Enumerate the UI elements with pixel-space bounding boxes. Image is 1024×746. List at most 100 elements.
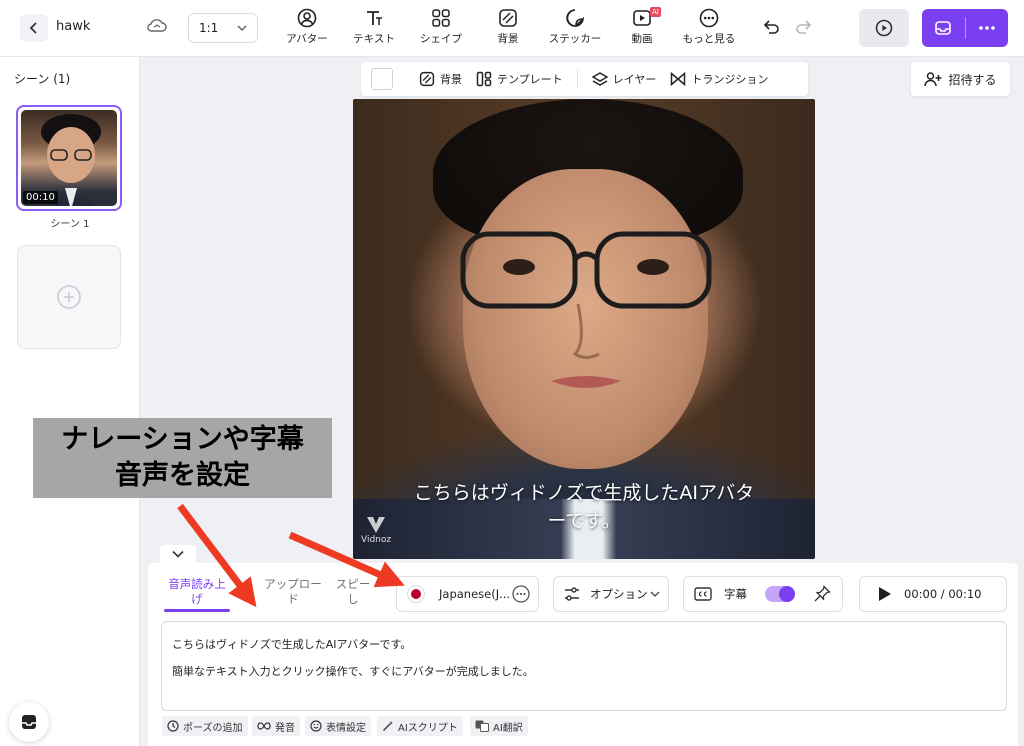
background-color-swatch[interactable] bbox=[371, 68, 393, 90]
top-bar: hawk 1:1 アバター テキスト シェイプ 背景 ステッカー AI 動画 も… bbox=[0, 0, 1024, 57]
ellipsis-icon bbox=[978, 26, 995, 30]
tool-shapes[interactable]: シェイプ bbox=[405, 8, 477, 50]
transition-button[interactable]: トランジション bbox=[670, 71, 768, 87]
tool-video[interactable]: AI 動画 bbox=[606, 7, 678, 50]
template-button[interactable]: テンプレート bbox=[476, 71, 563, 87]
video-preview[interactable]: こちらはヴィドノズで生成したAIアバタ ーです。 Vidnoz bbox=[353, 99, 815, 559]
cloud-sync-icon bbox=[147, 19, 167, 32]
undo-icon[interactable] bbox=[761, 17, 781, 37]
project-name[interactable]: hawk bbox=[56, 19, 90, 34]
chevron-down-icon bbox=[650, 591, 659, 597]
play-icon bbox=[879, 587, 891, 601]
callout-line-1: ナレーションや字幕 bbox=[61, 424, 304, 455]
scene-thumbnail-image: 00:10 bbox=[21, 110, 117, 206]
scene-duration: 00:10 bbox=[23, 191, 58, 204]
tab-no-speech[interactable]: スピー し bbox=[328, 577, 378, 607]
sticker-icon bbox=[566, 9, 585, 27]
tab-label: アップロー bbox=[264, 577, 322, 591]
chip-label: AI翻訳 bbox=[493, 722, 523, 734]
aspect-ratio-select[interactable]: 1:1 bbox=[188, 13, 258, 43]
back-button[interactable] bbox=[20, 14, 48, 42]
chip-label: 表情設定 bbox=[326, 722, 366, 734]
clock-icon bbox=[167, 720, 179, 732]
add-user-icon bbox=[924, 72, 942, 87]
add-pause-button[interactable]: ポーズの追加 bbox=[162, 716, 248, 736]
tool-text[interactable]: テキスト bbox=[338, 8, 410, 50]
chip-label: ポーズの追加 bbox=[183, 722, 243, 734]
annotation-callout: ナレーションや字幕 音声を設定 bbox=[33, 418, 332, 498]
tab-label: 音声読み上 bbox=[168, 577, 226, 591]
script-line-1: こちらはヴィドノズで生成したAIアバターです。 bbox=[172, 638, 412, 651]
chat-support-button[interactable] bbox=[9, 702, 49, 742]
ai-script-button[interactable]: AIスクリプト bbox=[377, 716, 463, 736]
translate-icon bbox=[475, 720, 489, 732]
inbox-icon bbox=[22, 715, 36, 729]
caption-label: 字幕 bbox=[724, 587, 747, 601]
ai-badge: AI bbox=[650, 7, 661, 17]
options-label: オプション bbox=[590, 587, 648, 601]
voice-language-select[interactable]: Japanese(J... bbox=[396, 576, 539, 612]
transition-icon bbox=[671, 71, 686, 87]
voice-settings-panel: 音声読み上 げ アップロー ド スピー し Japanese(J... オプショ… bbox=[148, 563, 1018, 746]
layers-icon bbox=[591, 72, 608, 86]
audio-preview-player[interactable]: 00:00 / 00:10 bbox=[859, 576, 1007, 612]
tool-more[interactable]: もっと見る bbox=[673, 8, 745, 50]
callout-line-2: 音声を設定 bbox=[115, 460, 250, 491]
ai-translate-button[interactable]: AI翻訳 bbox=[470, 716, 528, 736]
preview-button[interactable] bbox=[859, 9, 909, 47]
active-tab-indicator bbox=[164, 609, 230, 612]
playback-time: 00:00 / 00:10 bbox=[904, 587, 982, 601]
video-subtitle: こちらはヴィドノズで生成したAIアバタ ーです。 bbox=[383, 479, 785, 535]
script-textarea[interactable]: こちらはヴィドノズで生成したAIアバターです。 簡単なテキスト入力とクリック操作… bbox=[161, 621, 1007, 711]
plus-circle-icon bbox=[57, 285, 81, 309]
tab-text-to-speech[interactable]: 音声読み上 げ bbox=[164, 577, 230, 607]
japan-flag-icon bbox=[407, 585, 425, 603]
tool-avatar[interactable]: アバター bbox=[271, 8, 343, 50]
canvas-background-button[interactable]: 背景 bbox=[419, 71, 462, 87]
shapes-icon bbox=[432, 9, 450, 27]
scene-thumbnail[interactable]: 00:10 bbox=[16, 105, 122, 211]
smile-icon bbox=[310, 720, 322, 732]
magic-wand-icon bbox=[383, 721, 393, 731]
voice-language-value: Japanese(J... bbox=[439, 587, 511, 601]
invite-button[interactable]: 招待する bbox=[911, 62, 1010, 96]
layer-label: レイヤー bbox=[612, 73, 657, 86]
inbox-icon bbox=[935, 21, 952, 35]
tool-background[interactable]: 背景 bbox=[472, 8, 544, 50]
tool-label: ステッカー bbox=[548, 33, 602, 45]
pronunciation-button[interactable]: 発音 bbox=[252, 716, 300, 736]
canvas-toolbar: 背景 テンプレート レイヤー トランジション bbox=[361, 62, 808, 96]
export-button-group bbox=[922, 9, 1008, 47]
scene-label: シーン 1 bbox=[50, 219, 90, 230]
tab-label: スピー bbox=[335, 577, 371, 591]
add-scene-button[interactable] bbox=[17, 245, 121, 349]
tab-label: げ bbox=[191, 592, 203, 606]
chip-label: 発音 bbox=[275, 722, 295, 734]
video-icon bbox=[633, 10, 651, 26]
pin-icon[interactable] bbox=[813, 585, 831, 603]
redo-icon[interactable] bbox=[794, 17, 814, 37]
chevron-down-icon bbox=[172, 550, 184, 558]
tool-label: テキスト bbox=[353, 33, 395, 45]
background-icon bbox=[499, 9, 517, 27]
layer-button[interactable]: レイヤー bbox=[591, 71, 657, 87]
transition-label: トランジション bbox=[691, 73, 769, 86]
vidnoz-logo-icon bbox=[367, 517, 386, 533]
tool-label: 動画 bbox=[631, 33, 653, 45]
caption-toggle[interactable] bbox=[765, 586, 795, 602]
tab-label: ド bbox=[287, 592, 299, 606]
export-button[interactable] bbox=[922, 9, 965, 47]
avatar-icon bbox=[297, 8, 317, 28]
closed-caption-icon bbox=[694, 587, 712, 601]
options-dropdown[interactable]: オプション bbox=[553, 576, 669, 612]
more-options-button[interactable] bbox=[966, 9, 1009, 47]
tab-upload[interactable]: アップロー ド bbox=[258, 577, 328, 607]
more-icon bbox=[699, 8, 719, 28]
expression-settings-button[interactable]: 表情設定 bbox=[305, 716, 371, 736]
template-label: テンプレート bbox=[497, 73, 563, 86]
more-icon bbox=[512, 585, 530, 603]
tool-label: もっと見る bbox=[682, 33, 736, 45]
collapse-panel-button[interactable] bbox=[160, 545, 196, 563]
tool-sticker[interactable]: ステッカー bbox=[539, 8, 611, 50]
tool-label: アバター bbox=[286, 33, 328, 45]
